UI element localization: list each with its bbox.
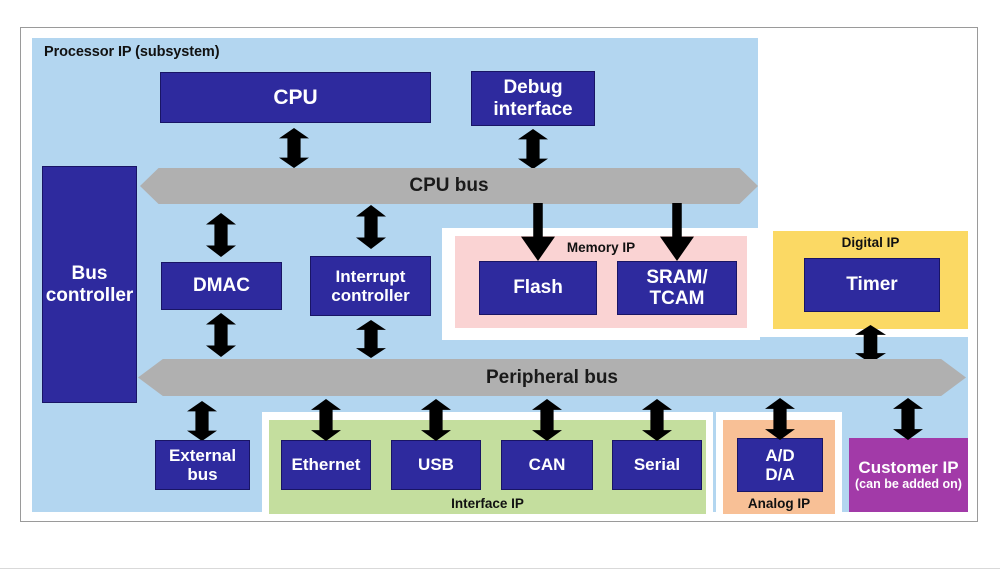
- block-can[interactable]: CAN: [501, 440, 593, 490]
- block-ad-da-label-line2: D/A: [765, 465, 795, 484]
- block-bus-controller-label-line1: Bus: [71, 263, 108, 285]
- block-dmac[interactable]: DMAC: [161, 262, 282, 310]
- block-cpu-label: CPU: [273, 85, 318, 109]
- bus-peripheral-label: Peripheral bus: [486, 366, 618, 388]
- block-can-label: CAN: [528, 455, 566, 475]
- block-ad-da-label-line1: A/D: [765, 445, 795, 465]
- block-sram-tcam-label-line2: TCAM: [649, 288, 705, 309]
- block-flash-label: Flash: [513, 277, 563, 299]
- interface-ip-label: Interface IP: [451, 496, 524, 511]
- block-external-bus[interactable]: External bus: [155, 440, 250, 490]
- block-debug-interface-label-line1: Debug: [503, 77, 563, 99]
- processor-ip-label: Processor IP (subsystem): [44, 44, 220, 60]
- block-customer-ip-subtitle: (can be added on): [855, 476, 962, 491]
- bus-cpu[interactable]: CPU bus: [140, 168, 758, 204]
- block-sram-tcam-label-line1: SRAM/: [646, 266, 708, 288]
- block-usb[interactable]: USB: [391, 440, 481, 490]
- block-interrupt-controller[interactable]: Interrupt controller: [310, 256, 431, 316]
- block-ethernet-label: Ethernet: [291, 455, 361, 475]
- footer-divider: [0, 568, 1000, 569]
- block-external-bus-label-line1: External: [168, 445, 237, 465]
- analog-ip-label: Analog IP: [747, 496, 811, 511]
- block-timer-label: Timer: [846, 274, 898, 296]
- digital-ip-label: Digital IP: [841, 235, 900, 250]
- block-usb-label: USB: [418, 455, 454, 475]
- block-bus-controller[interactable]: Bus controller: [42, 166, 137, 403]
- block-customer-ip-title: Customer IP: [858, 458, 959, 478]
- diagram-canvas: Processor IP (subsystem) CPU Debug inter…: [0, 0, 1000, 575]
- block-serial[interactable]: Serial: [612, 440, 702, 490]
- block-flash[interactable]: Flash: [479, 261, 597, 315]
- block-timer[interactable]: Timer: [804, 258, 940, 312]
- bus-cpu-label: CPU bus: [409, 175, 489, 196]
- block-interrupt-controller-label-line1: Interrupt: [335, 266, 406, 286]
- block-debug-interface-label-line2: interface: [493, 98, 573, 120]
- block-bus-controller-label-line2: controller: [45, 284, 134, 306]
- memory-ip-label: Memory IP: [566, 240, 636, 255]
- block-sram-tcam[interactable]: SRAM/ TCAM: [617, 261, 737, 315]
- block-external-bus-label-line2: bus: [187, 465, 218, 484]
- block-serial-label: Serial: [633, 455, 681, 475]
- block-cpu[interactable]: CPU: [160, 72, 431, 123]
- block-customer-ip[interactable]: Customer IP (can be added on): [849, 438, 968, 512]
- block-ad-da[interactable]: A/D D/A: [737, 438, 823, 492]
- block-ethernet[interactable]: Ethernet: [281, 440, 371, 490]
- block-dmac-label: DMAC: [193, 275, 250, 297]
- bus-peripheral[interactable]: Peripheral bus: [138, 359, 966, 396]
- block-debug-interface[interactable]: Debug interface: [471, 71, 595, 126]
- block-interrupt-controller-label-line2: controller: [331, 286, 410, 305]
